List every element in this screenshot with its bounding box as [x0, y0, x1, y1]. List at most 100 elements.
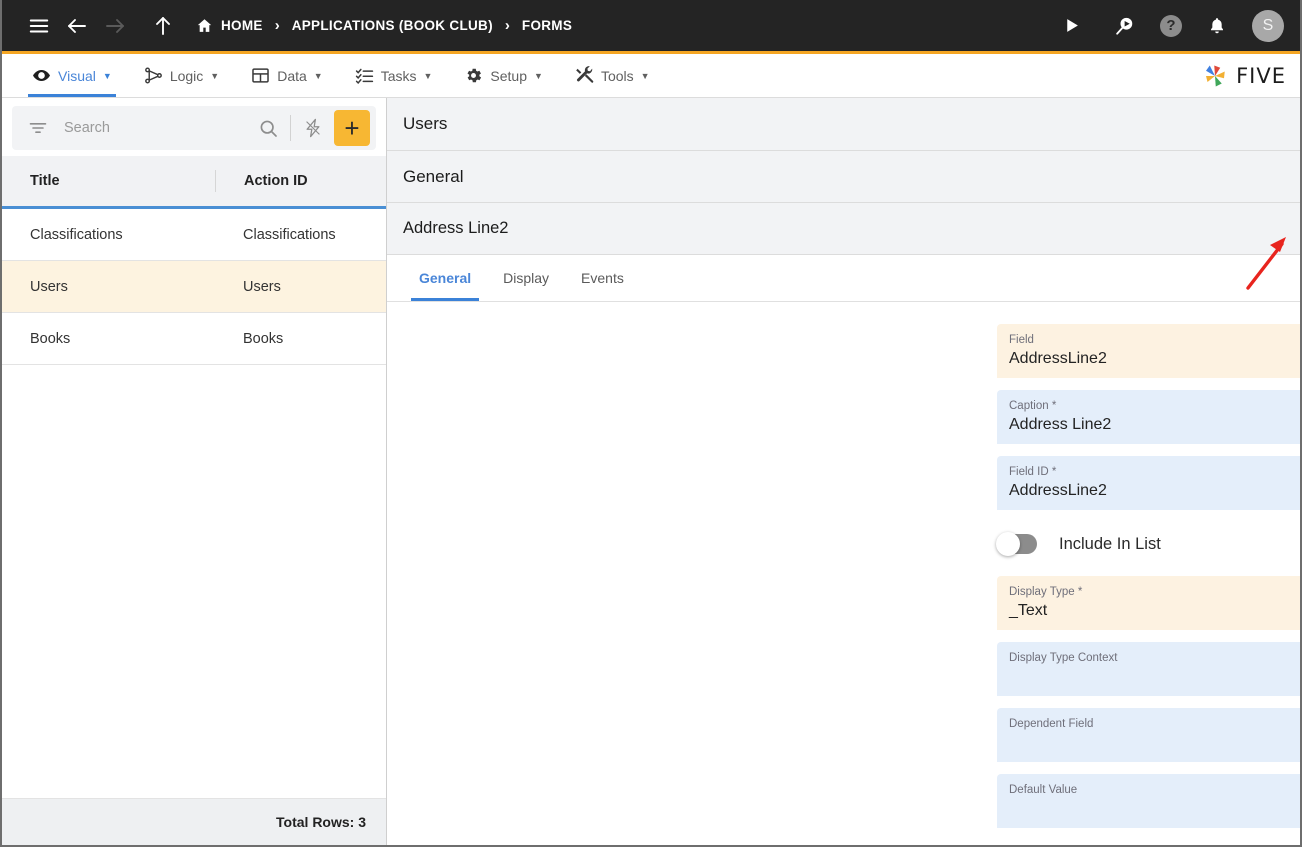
breadcrumb: HOME › APPLICATIONS (BOOK CLUB) › FORMS — [192, 17, 576, 34]
field-title: Address Line2 — [403, 219, 509, 237]
field-label: Default Value — [1009, 784, 1078, 796]
field-value: _Text — [1009, 602, 1048, 619]
module-menu-bar: Visual ▼ Logic ▼ Data ▼ Tasks ▼ Setup ▼ … — [2, 54, 1300, 98]
column-header-action-id[interactable]: Action ID — [215, 170, 386, 192]
tools-icon — [575, 66, 594, 85]
breadcrumb-separator-1: › — [274, 17, 280, 34]
breadcrumb-item-home[interactable]: HOME — [192, 17, 267, 34]
form-fields: Field AddressLine2 Caption * Address Lin… — [387, 302, 1300, 828]
forward-arrow-icon[interactable] — [96, 7, 134, 45]
caption-input[interactable]: Caption * Address Line2 — [997, 390, 1300, 444]
back-arrow-icon[interactable] — [58, 7, 96, 45]
form-row-display-type-context: Display Type Context — [387, 642, 1300, 696]
search-icon[interactable] — [251, 111, 285, 145]
notifications-bell-icon[interactable] — [1198, 7, 1236, 45]
menu-item-tools[interactable]: Tools ▼ — [559, 54, 666, 97]
section-header-general: General — [387, 151, 1300, 203]
home-icon — [196, 17, 213, 34]
table-row[interactable]: Books Books — [2, 313, 386, 365]
field-id-input[interactable]: Field ID * AddressLine2 — [997, 456, 1300, 510]
menu-label-tasks: Tasks — [380, 67, 417, 84]
tab-general[interactable]: General — [403, 255, 487, 301]
menu-item-logic[interactable]: Logic ▼ — [128, 54, 235, 97]
field-value: AddressLine2 — [1009, 482, 1107, 499]
tab-label: General — [419, 270, 472, 286]
five-pinwheel-icon — [1200, 61, 1230, 91]
search-divider — [290, 115, 291, 141]
include-in-list-toggle[interactable] — [996, 532, 1037, 556]
cell-action-id: Classifications — [243, 226, 336, 243]
filter-icon[interactable] — [26, 111, 50, 145]
column-header-title[interactable]: Title — [2, 173, 215, 189]
menu-label-visual: Visual — [58, 67, 96, 84]
field-select[interactable]: Field AddressLine2 — [997, 324, 1300, 378]
cell-title: Users — [30, 278, 68, 295]
display-type-select[interactable]: Display Type * _Text — [997, 576, 1300, 630]
dependent-field-select[interactable]: Dependent Field — [997, 708, 1300, 762]
table-header: Title Action ID — [2, 156, 386, 209]
application-window: HOME › APPLICATIONS (BOOK CLUB) › FORMS — [0, 0, 1302, 847]
brand-name: FIVE — [1236, 63, 1286, 88]
menu-label-logic: Logic — [169, 67, 204, 84]
table-empty-space — [2, 365, 386, 799]
help-icon[interactable]: ? — [1160, 14, 1182, 37]
brand-logo: FIVE — [1200, 54, 1300, 97]
form-header: Users — [387, 98, 1300, 151]
breadcrumb-label-home: HOME — [221, 18, 263, 33]
tab-display[interactable]: Display — [487, 255, 565, 301]
form-row-include-in-list: Include In List — [387, 522, 1300, 566]
gear-icon — [464, 66, 483, 85]
topbar-left-group: HOME › APPLICATIONS (BOOK CLUB) › FORMS — [20, 7, 1052, 45]
main-content: + Title Action ID Classifications Classi… — [2, 98, 1300, 845]
form-title: Users — [403, 114, 448, 133]
breadcrumb-item-forms[interactable]: FORMS — [518, 18, 576, 33]
avatar[interactable]: S — [1252, 9, 1284, 42]
field-label: Display Type Context — [1009, 652, 1118, 664]
menu-label-tools: Tools — [600, 67, 634, 84]
cell-action-id: Users — [243, 278, 281, 295]
tab-label: Display — [503, 270, 550, 286]
avatar-initial: S — [1262, 16, 1274, 34]
add-form-button[interactable]: + — [334, 110, 370, 146]
breadcrumb-label-forms: FORMS — [521, 18, 573, 33]
menu-item-visual[interactable]: Visual ▼ — [16, 54, 128, 97]
tab-label: Events — [581, 270, 624, 286]
chevron-down-icon: ▼ — [102, 70, 112, 81]
table-row[interactable]: Users Users — [2, 261, 386, 313]
field-value — [1009, 666, 1300, 688]
menu-label-setup: Setup — [490, 67, 528, 84]
field-label: Dependent Field — [1009, 718, 1094, 730]
breadcrumb-separator-2: › — [504, 17, 510, 34]
eye-icon — [32, 66, 51, 85]
form-row-default-value: Default Value — [387, 774, 1300, 828]
menu-item-setup[interactable]: Setup ▼ — [448, 54, 559, 97]
field-label: Field — [1009, 334, 1034, 346]
toggle-knob — [996, 532, 1020, 556]
up-arrow-icon[interactable] — [144, 7, 182, 45]
search-run-icon[interactable] — [1106, 7, 1144, 45]
table-footer: Total Rows: 3 — [2, 799, 386, 845]
run-icon[interactable] — [1052, 7, 1090, 45]
breadcrumb-label-applications: APPLICATIONS (BOOK CLUB) — [291, 18, 493, 33]
tab-events[interactable]: Events — [565, 255, 640, 301]
logic-nodes-icon — [144, 66, 163, 85]
help-glyph: ? — [1166, 17, 1176, 34]
default-value-input[interactable]: Default Value — [997, 774, 1300, 828]
lightning-bolt-icon[interactable] — [296, 111, 330, 145]
menu-label-data: Data — [277, 67, 307, 84]
hamburger-menu-icon[interactable] — [20, 7, 58, 45]
chevron-down-icon: ▼ — [534, 70, 543, 81]
form-row-display-type: Display Type * _Text — [387, 576, 1300, 630]
table-row[interactable]: Classifications Classifications — [2, 209, 386, 261]
display-type-context-input[interactable]: Display Type Context — [997, 642, 1300, 696]
search-input[interactable] — [50, 120, 251, 136]
chevron-down-icon: ▼ — [423, 70, 433, 81]
field-value: AddressLine2 — [1009, 350, 1107, 367]
breadcrumb-item-applications[interactable]: APPLICATIONS (BOOK CLUB) — [288, 18, 497, 33]
form-row-field-id: Field ID * AddressLine2 — [387, 456, 1300, 510]
menu-item-data[interactable]: Data ▼ — [235, 54, 339, 97]
forms-list-panel: + Title Action ID Classifications Classi… — [2, 98, 387, 845]
menu-item-tasks[interactable]: Tasks ▼ — [339, 54, 449, 97]
cell-action-id: Books — [243, 330, 284, 347]
form-fields-scroll-area: Field AddressLine2 Caption * Address Lin… — [387, 302, 1300, 845]
